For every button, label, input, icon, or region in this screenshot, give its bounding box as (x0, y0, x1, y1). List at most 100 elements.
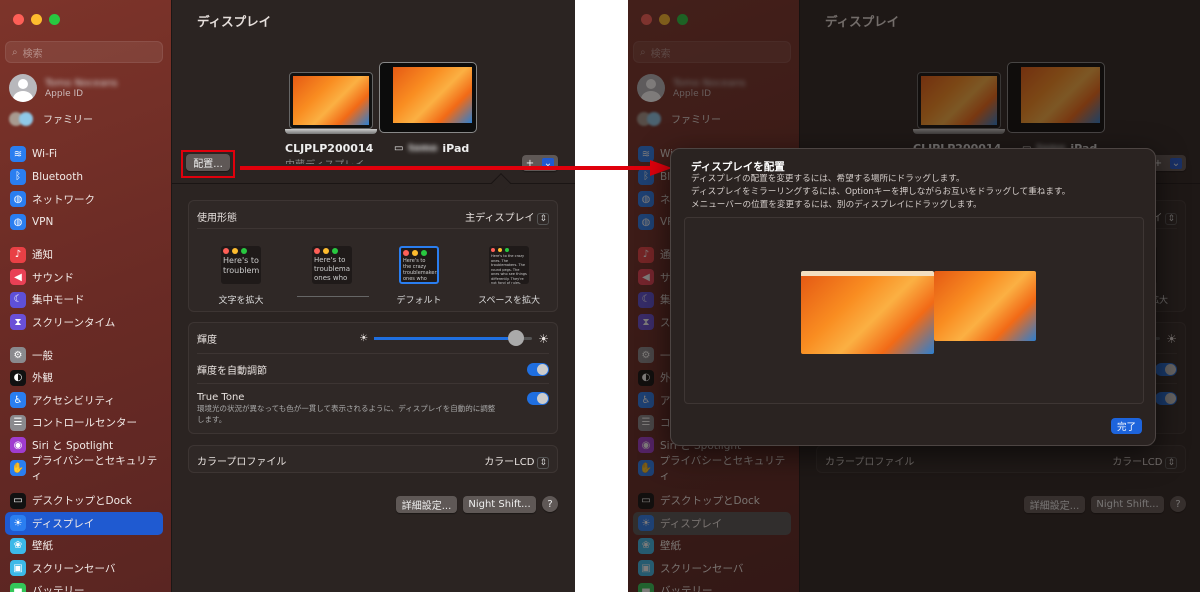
arrange-button-highlight (181, 150, 235, 178)
zoom-button[interactable] (49, 14, 60, 25)
sidebar-item[interactable]: ✋ プライバシーとセキュリティ (5, 455, 163, 482)
divider (197, 353, 549, 354)
sidebar-item-label: ネットワーク (32, 193, 95, 206)
sidebar-item-label: 一般 (32, 349, 53, 362)
updown-chevron-icon: ⇕ (537, 213, 549, 225)
resolution-option-default[interactable]: Here's to the crazy troublemakers, ones … (399, 246, 439, 284)
brightness-panel: 輝度 ☀ ☀ 輝度を自動調節 True Tone 環 (188, 322, 558, 434)
resolution-option-more-space[interactable]: Here's to the crazy ones. The troublemak… (489, 246, 529, 284)
color-profile-row: カラープロファイル カラーLCD⇕ (197, 453, 549, 469)
gear-icon: ⚙ (10, 347, 26, 364)
slider-knob[interactable] (508, 330, 525, 346)
close-button[interactable] (13, 14, 24, 25)
usage-select[interactable]: 主ディスプレイ⇕ (465, 209, 549, 225)
sidebar-item[interactable]: ☀ ディスプレイ (5, 511, 163, 535)
resolution-option-2[interactable]: Here's to troublema ones who (312, 246, 352, 284)
selection-notch (491, 173, 511, 193)
brightness-slider[interactable] (374, 330, 533, 346)
usage-panel: 使用形態 主ディスプレイ⇕ Here's to troublem 文字を拡大 H… (188, 200, 558, 312)
sidebar-item-label: バッテリー (32, 585, 85, 592)
updown-chevron-icon: ⇕ (537, 457, 549, 469)
builtin-display-name: CLJPLP200014 (285, 142, 374, 155)
display-settings-pane: ディスプレイ CLJPLP200014 内蔵ディスプレイ ▭ tomo iPad… (172, 0, 575, 592)
display-arrangement-area (684, 217, 1144, 404)
sidebar-item-label: サウンド (32, 271, 74, 284)
sidebar-item[interactable]: ᛒ Bluetooth (5, 166, 163, 189)
done-button[interactable]: 完了 (1111, 418, 1142, 434)
sidebar-item-label: 集中モード (32, 294, 85, 307)
red-arrow-icon (240, 160, 672, 176)
sidebar-item[interactable]: ☾ 集中モード (5, 289, 163, 312)
option-sample: Here's to troublem (223, 256, 260, 275)
moon-icon: ☾ (10, 291, 26, 308)
sidebar-item[interactable]: ◐ 外観 (5, 366, 163, 389)
color-profile-select[interactable]: カラーLCD⇕ (484, 453, 549, 469)
sun-small-icon: ☀ (359, 333, 369, 344)
ipad-display-thumbnail[interactable] (379, 62, 477, 133)
airplay-icon: ▭ (394, 143, 404, 154)
sidebar-item[interactable]: ◀ サウンド (5, 266, 163, 289)
sidebar-item-label: Wi-Fi (32, 148, 58, 161)
sidebar-item[interactable]: ♿ アクセシビリティ (5, 389, 163, 412)
system-settings-window: ⌕ 検索 Tomo Noceans Apple ID ファミリー ≋ Wi-Fi ᛒ… (0, 0, 575, 592)
sidebar-item-label: プライバシーとセキュリティ (31, 455, 158, 483)
minimize-button[interactable] (31, 14, 42, 25)
dialog-instruction: ディスプレイをミラーリングするには、Optionキーを押しながらお互いをドラッグ… (691, 187, 1071, 197)
resolution-option-larger-text[interactable]: Here's to troublem (221, 246, 261, 284)
ipad-name: iPad (442, 142, 470, 155)
sidebar-nav: ≋ Wi-Fi ᛒ Bluetooth ◍ ネットワーク ◍ VPN ♪ 通知 ◀ サウンド ☾ 集中モー… (5, 143, 163, 592)
option-sample: Here's to the crazy troublemakers, ones … (403, 258, 439, 282)
sidebar-item[interactable]: ▬ バッテリー (5, 580, 163, 592)
night-shift-button[interactable]: Night Shift... (463, 496, 536, 513)
appearance-icon: ◐ (10, 369, 26, 386)
family-item[interactable]: ファミリー (9, 111, 93, 126)
sidebar: ⌕ 検索 Tomo Noceans Apple ID ファミリー ≋ Wi-Fi ᛒ… (0, 0, 172, 592)
search-input[interactable]: ⌕ 検索 (5, 41, 163, 63)
sidebar-item[interactable]: ⧗ スクリーンタイム (5, 311, 163, 334)
sidebar-item[interactable]: ⚙ 一般 (5, 344, 163, 367)
sidebar-item-label: Siri と Spotlight (32, 439, 114, 452)
divider (197, 228, 549, 229)
speaker-icon: ◀ (10, 269, 26, 286)
true-tone-description: 環境光の状況が異なっても色が一貫して表示されるように、ディスプレイを自動的に調整… (197, 404, 496, 424)
advanced-settings-button[interactable]: 詳細設定... (396, 496, 457, 513)
auto-brightness-toggle[interactable] (527, 363, 549, 376)
brightness-label: 輝度 (197, 335, 217, 346)
bell-icon: ♪ (10, 246, 26, 263)
sun-large-icon: ☀ (538, 331, 549, 346)
hourglass-icon: ⧗ (10, 314, 26, 331)
sidebar-item[interactable]: ❀ 壁紙 (5, 535, 163, 558)
sidebar-item-label: スクリーンタイム (32, 316, 116, 329)
apple-id-item[interactable]: Tomo Noceans Apple ID (9, 74, 118, 102)
sidebar-item[interactable]: ▭ デスクトップとDock (5, 489, 163, 512)
sidebar-item[interactable]: ≋ Wi-Fi (5, 143, 163, 166)
sidebar-item[interactable]: ◍ ネットワーク (5, 188, 163, 211)
divider (197, 383, 549, 384)
vpn-globe-icon: ◍ (10, 214, 26, 231)
ipad-display-label: ▭ tomo iPad (394, 142, 469, 155)
divider (172, 183, 575, 184)
display-brightness-icon: ☀ (10, 515, 26, 532)
sidebar-item-label: Bluetooth (32, 170, 83, 183)
ipad-owner: tomo (408, 143, 438, 154)
control-center-icon: ☰ (10, 414, 26, 431)
ipad-display-block[interactable] (934, 271, 1036, 341)
sidebar-item-label: コントロールセンター (32, 417, 137, 430)
sidebar-item-label: スクリーンセーバ (32, 562, 116, 575)
true-tone-toggle[interactable] (527, 392, 549, 405)
family-avatars-icon (9, 111, 33, 126)
sidebar-item[interactable]: ◍ VPN (5, 211, 163, 234)
sidebar-item[interactable]: ▣ スクリーンセーバ (5, 557, 163, 580)
option-label: デフォルト (396, 296, 442, 306)
sidebar-item[interactable]: ♪ 通知 (5, 243, 163, 266)
sidebar-item[interactable]: ☰ コントロールセンター (5, 412, 163, 435)
builtin-display-block[interactable] (801, 271, 934, 354)
builtin-display-thumbnail[interactable] (285, 72, 377, 134)
help-button[interactable]: ? (542, 496, 558, 512)
option-label: スペースを拡大 (478, 296, 540, 306)
dialog-instruction: メニューバーの位置を変更するには、別のディスプレイにドラッグします。 (691, 200, 982, 210)
sidebar-item-label: VPN (32, 216, 54, 229)
usage-value: 主ディスプレイ (465, 213, 535, 224)
true-tone-label: True Tone (197, 392, 245, 403)
